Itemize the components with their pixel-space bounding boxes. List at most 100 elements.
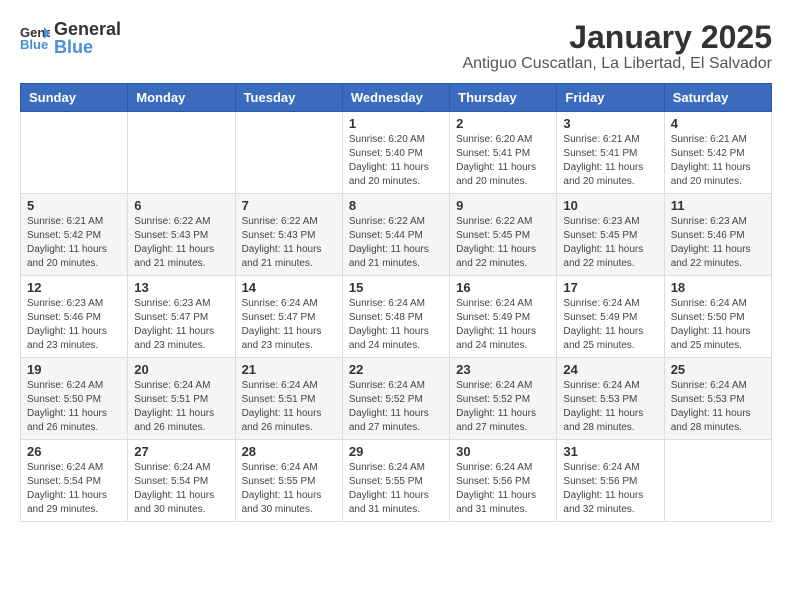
weekday-header: Monday [128,84,235,112]
day-info: Sunrise: 6:20 AMSunset: 5:41 PMDaylight:… [456,133,550,189]
calendar-cell: 4Sunrise: 6:21 AMSunset: 5:42 PMDaylight… [664,112,771,194]
logo: General Blue General Blue [20,20,121,56]
calendar-cell: 16 Sunrise: 6:24 AMSunset: 5:49 PMDayligh… [450,276,557,358]
calendar-cell [128,112,235,194]
weekday-header: Friday [557,84,664,112]
day-info: Sunrise: 6:24 AMSunset: 5:55 PMDaylight:… [242,461,336,517]
logo-general: General [54,20,121,38]
day-number: 18 [671,280,765,295]
day-number: 28 [242,444,336,459]
day-info: Sunrise: 6:22 AMSunset: 5:45 PMDaylight:… [456,215,550,271]
day-info: Sunrise: 6:24 AMSunset: 5:48 PMDaylight:… [349,297,443,353]
day-info: Sunrise: 6:21 AMSunset: 5:42 PMDaylight:… [27,215,121,271]
day-info: Sunrise: 6:23 AMSunset: 5:47 PMDaylight:… [134,297,228,353]
calendar-cell: 24Sunrise: 6:24 AMSunset: 5:53 PMDayligh… [557,358,664,440]
day-number: 26 [27,444,121,459]
weekday-header: Saturday [664,84,771,112]
calendar-week-row: 5 Sunrise: 6:21 AMSunset: 5:42 PMDaylight… [21,194,772,276]
day-info: Sunrise: 6:24 AMSunset: 5:54 PMDaylight:… [134,461,228,517]
day-number: 3 [563,116,657,131]
calendar-cell: 1Sunrise: 6:20 AMSunset: 5:40 PMDaylight… [342,112,449,194]
calendar-cell: 30 Sunrise: 6:24 AMSunset: 5:56 PMDayligh… [450,440,557,522]
calendar-cell [235,112,342,194]
day-info: Sunrise: 6:23 AMSunset: 5:45 PMDaylight:… [563,215,657,271]
day-info: Sunrise: 6:24 AMSunset: 5:52 PMDaylight:… [349,379,443,435]
calendar-cell: 25 Sunrise: 6:24 AMSunset: 5:53 PMDayligh… [664,358,771,440]
day-number: 27 [134,444,228,459]
day-number: 14 [242,280,336,295]
day-number: 10 [563,198,657,213]
calendar-cell: 5 Sunrise: 6:21 AMSunset: 5:42 PMDaylight… [21,194,128,276]
day-number: 29 [349,444,443,459]
day-info: Sunrise: 6:23 AMSunset: 5:46 PMDaylight:… [27,297,121,353]
day-number: 8 [349,198,443,213]
calendar-cell: 9 Sunrise: 6:22 AMSunset: 5:45 PMDaylight… [450,194,557,276]
day-info: Sunrise: 6:23 AMSunset: 5:46 PMDaylight:… [671,215,765,271]
calendar-cell: 29 Sunrise: 6:24 AMSunset: 5:55 PMDayligh… [342,440,449,522]
day-number: 19 [27,362,121,377]
day-number: 23 [456,362,550,377]
calendar-cell: 6Sunrise: 6:22 AMSunset: 5:43 PMDaylight… [128,194,235,276]
day-number: 11 [671,198,765,213]
calendar: SundayMondayTuesdayWednesdayThursdayFrid… [20,83,772,522]
logo-blue: Blue [54,38,121,56]
day-info: Sunrise: 6:24 AMSunset: 5:51 PMDaylight:… [134,379,228,435]
day-number: 21 [242,362,336,377]
day-info: Sunrise: 6:24 AMSunset: 5:53 PMDaylight:… [671,379,765,435]
weekday-header-row: SundayMondayTuesdayWednesdayThursdayFrid… [21,84,772,112]
day-number: 15 [349,280,443,295]
calendar-cell: 21Sunrise: 6:24 AMSunset: 5:51 PMDayligh… [235,358,342,440]
calendar-cell: 12Sunrise: 6:23 AMSunset: 5:46 PMDayligh… [21,276,128,358]
calendar-cell: 2 Sunrise: 6:20 AMSunset: 5:41 PMDaylight… [450,112,557,194]
day-number: 25 [671,362,765,377]
calendar-cell: 7 Sunrise: 6:22 AMSunset: 5:43 PMDaylight… [235,194,342,276]
day-info: Sunrise: 6:24 AMSunset: 5:49 PMDaylight:… [563,297,657,353]
day-info: Sunrise: 6:20 AMSunset: 5:40 PMDaylight:… [349,133,443,189]
day-info: Sunrise: 6:24 AMSunset: 5:52 PMDaylight:… [456,379,550,435]
day-number: 13 [134,280,228,295]
day-info: Sunrise: 6:24 AMSunset: 5:54 PMDaylight:… [27,461,121,517]
calendar-cell: 8 Sunrise: 6:22 AMSunset: 5:44 PMDaylight… [342,194,449,276]
calendar-cell: 27 Sunrise: 6:24 AMSunset: 5:54 PMDayligh… [128,440,235,522]
calendar-cell: 14Sunrise: 6:24 AMSunset: 5:47 PMDayligh… [235,276,342,358]
calendar-cell: 13 Sunrise: 6:23 AMSunset: 5:47 PMDayligh… [128,276,235,358]
calendar-cell: 15 Sunrise: 6:24 AMSunset: 5:48 PMDayligh… [342,276,449,358]
day-info: Sunrise: 6:24 AMSunset: 5:56 PMDaylight:… [456,461,550,517]
day-number: 17 [563,280,657,295]
calendar-cell: 17 Sunrise: 6:24 AMSunset: 5:49 PMDayligh… [557,276,664,358]
calendar-cell: 10 Sunrise: 6:23 AMSunset: 5:45 PMDayligh… [557,194,664,276]
day-info: Sunrise: 6:22 AMSunset: 5:43 PMDaylight:… [134,215,228,271]
calendar-cell: 28 Sunrise: 6:24 AMSunset: 5:55 PMDayligh… [235,440,342,522]
calendar-week-row: 19Sunrise: 6:24 AMSunset: 5:50 PMDayligh… [21,358,772,440]
calendar-cell [21,112,128,194]
logo-icon: General Blue [20,23,50,53]
calendar-cell: 11 Sunrise: 6:23 AMSunset: 5:46 PMDayligh… [664,194,771,276]
calendar-cell: 23 Sunrise: 6:24 AMSunset: 5:52 PMDayligh… [450,358,557,440]
month-title: January 2025 [462,20,772,55]
day-info: Sunrise: 6:21 AMSunset: 5:41 PMDaylight:… [563,133,657,189]
calendar-week-row: 26 Sunrise: 6:24 AMSunset: 5:54 PMDayligh… [21,440,772,522]
calendar-week-row: 12Sunrise: 6:23 AMSunset: 5:46 PMDayligh… [21,276,772,358]
day-info: Sunrise: 6:24 AMSunset: 5:55 PMDaylight:… [349,461,443,517]
day-number: 9 [456,198,550,213]
day-info: Sunrise: 6:24 AMSunset: 5:49 PMDaylight:… [456,297,550,353]
calendar-cell: 18 Sunrise: 6:24 AMSunset: 5:50 PMDayligh… [664,276,771,358]
day-number: 16 [456,280,550,295]
weekday-header: Tuesday [235,84,342,112]
day-number: 5 [27,198,121,213]
page-header: General Blue General Blue January 2025 A… [20,20,772,73]
calendar-cell: 19Sunrise: 6:24 AMSunset: 5:50 PMDayligh… [21,358,128,440]
day-info: Sunrise: 6:24 AMSunset: 5:50 PMDaylight:… [671,297,765,353]
calendar-week-row: 1Sunrise: 6:20 AMSunset: 5:40 PMDaylight… [21,112,772,194]
calendar-cell [664,440,771,522]
day-number: 2 [456,116,550,131]
day-info: Sunrise: 6:21 AMSunset: 5:42 PMDaylight:… [671,133,765,189]
day-info: Sunrise: 6:24 AMSunset: 5:53 PMDaylight:… [563,379,657,435]
location-title: Antiguo Cuscatlan, La Libertad, El Salva… [462,55,772,73]
day-number: 30 [456,444,550,459]
weekday-header: Thursday [450,84,557,112]
day-number: 7 [242,198,336,213]
day-info: Sunrise: 6:22 AMSunset: 5:43 PMDaylight:… [242,215,336,271]
day-info: Sunrise: 6:22 AMSunset: 5:44 PMDaylight:… [349,215,443,271]
weekday-header: Sunday [21,84,128,112]
